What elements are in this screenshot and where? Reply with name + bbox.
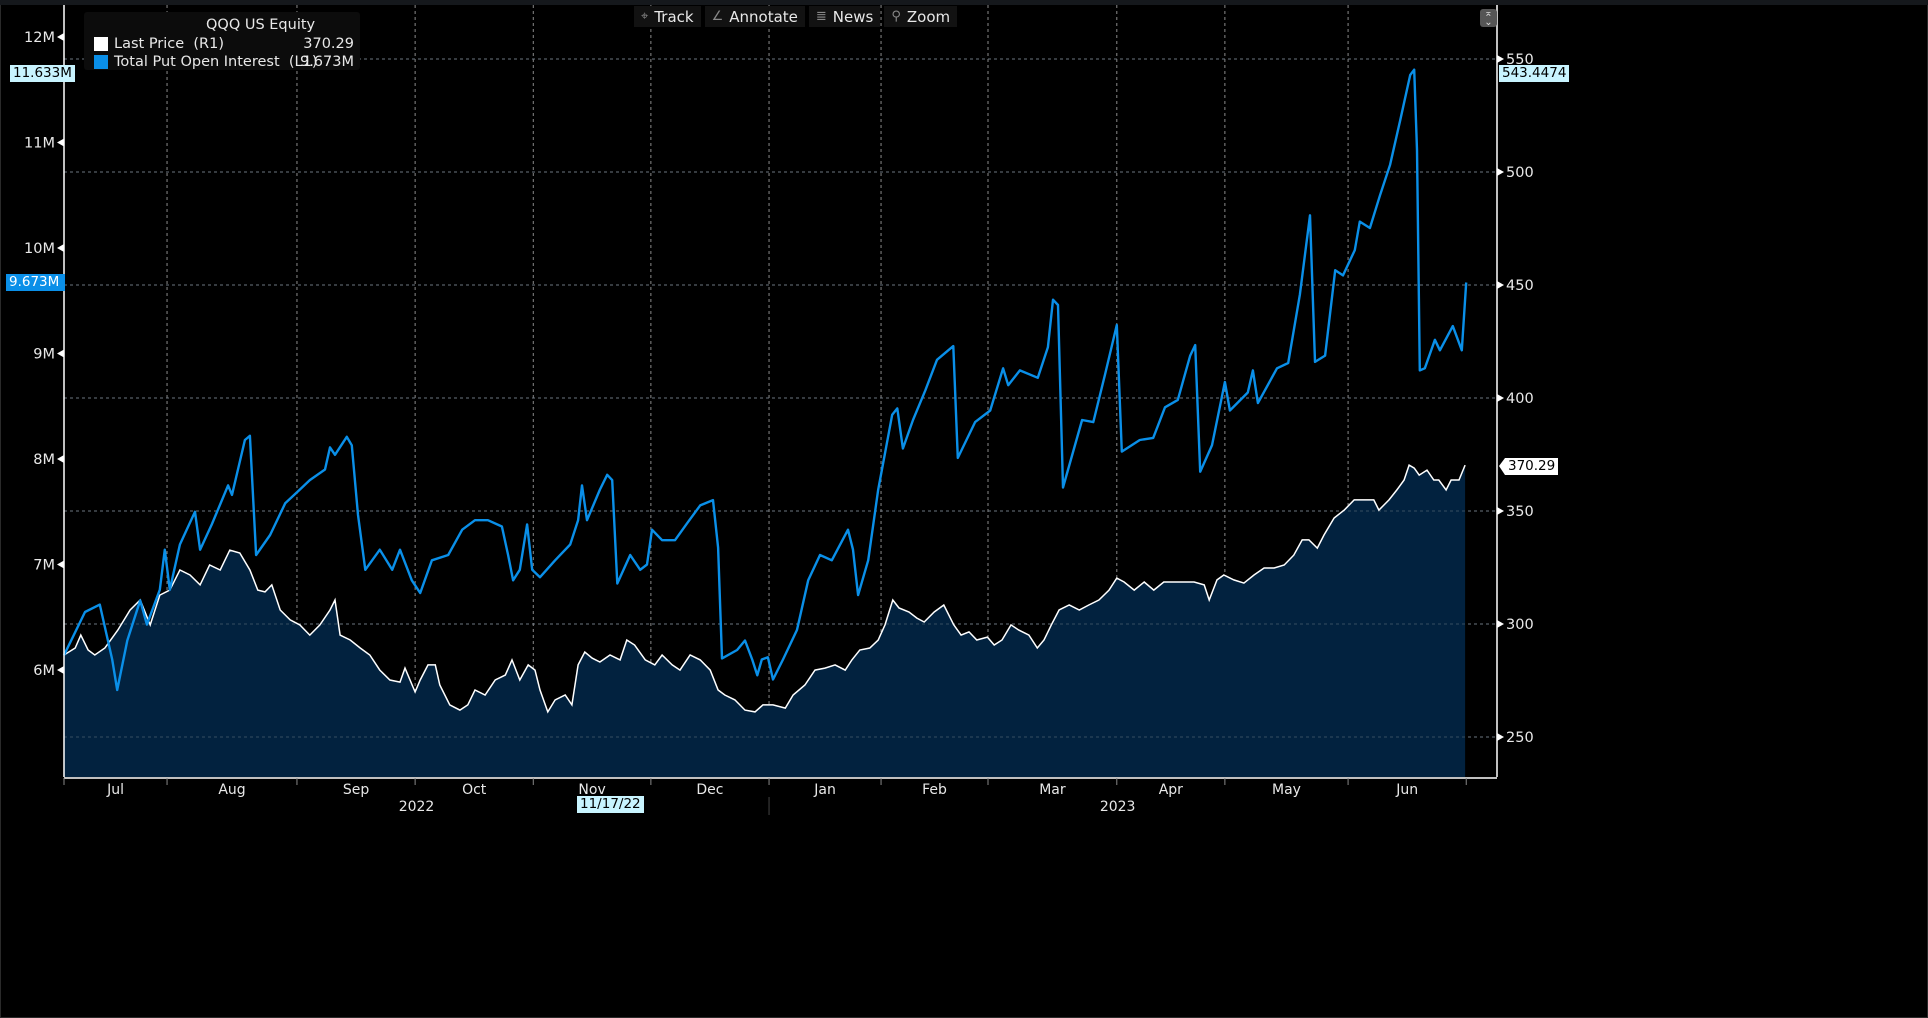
collapse-icon[interactable]: ⌅ ⌄ (1480, 9, 1497, 28)
left-tick-label: 10M (24, 241, 55, 257)
month-label: Mar (1039, 782, 1066, 798)
chart-canvas[interactable]: 6M7M8M9M10M11M12M250300350400450500550Ju… (0, 0, 1928, 1018)
right-tick-marker (1497, 168, 1504, 176)
month-label: Apr (1159, 782, 1183, 798)
chart-toolbar: ⌖ Track ∠ Annotate ≣ News ⚲ Zoom (634, 6, 958, 27)
annotate-button[interactable]: ∠ Annotate (704, 6, 805, 27)
series-layer (62, 58, 1497, 777)
month-label: Jun (1395, 782, 1418, 798)
legend-title: QQQ US Equity (206, 17, 316, 33)
right-crosshair-badge: 543.4474 (1499, 65, 1570, 82)
chart-legend[interactable]: QQQ US Equity Last Price (R1) 370.29 Tot… (84, 12, 360, 70)
left-tick-label: 11M (24, 136, 55, 152)
x-crosshair-date-badge: 11/17/22 (577, 796, 644, 813)
right-tick-label: 400 (1506, 391, 1534, 407)
right-tick-label: 300 (1506, 617, 1534, 633)
zoom-label: Zoom (906, 7, 951, 26)
right-tick-marker (1497, 507, 1504, 515)
track-label: Track (654, 7, 694, 26)
left-tick-marker (57, 138, 64, 147)
left-tick-label: 6M (33, 663, 55, 679)
right-tick-marker (1497, 55, 1504, 63)
right-tick-marker (1497, 733, 1504, 741)
right-tick-label: 450 (1506, 278, 1534, 294)
right-tick-marker (1497, 394, 1504, 402)
news-icon: ≣ (815, 9, 827, 24)
left-tick-label: 7M (33, 558, 55, 574)
magnifier-icon: ⚲ (891, 9, 901, 24)
last-price-area (64, 465, 1466, 777)
news-button[interactable]: ≣ News (808, 6, 881, 27)
month-label: Jul (106, 782, 124, 798)
left-tick-label: 8M (33, 452, 55, 468)
year-label: 2022 (399, 799, 435, 815)
left-tick-marker (57, 666, 64, 674)
right-tick-label: 350 (1506, 504, 1534, 520)
legend-label: Last Price (R1) (114, 36, 225, 52)
year-label: 2023 (1100, 799, 1136, 815)
left-tick-marker (57, 244, 64, 252)
right-tick-marker (1497, 620, 1504, 628)
right-tick-marker (1497, 281, 1504, 289)
left-tick-marker (57, 33, 64, 41)
legend-row-last-price[interactable]: Last Price (R1) 370.29 (94, 35, 354, 53)
month-label: Jan (813, 782, 836, 798)
month-label: Dec (696, 782, 723, 798)
month-label: Oct (462, 782, 487, 798)
legend-row-put-oi[interactable]: Total Put Open Interest (L1) 9.673M (94, 53, 354, 71)
news-label: News (832, 7, 874, 26)
month-label: Aug (218, 782, 245, 798)
legend-swatch (94, 37, 108, 51)
legend-value: 370.29 (303, 36, 354, 52)
left-last-value-badge: 9.673M (6, 274, 66, 291)
right-tick-label: 250 (1506, 730, 1534, 746)
month-label: Feb (922, 782, 947, 798)
zoom-button[interactable]: ⚲ Zoom (884, 6, 958, 27)
left-tick-marker (57, 455, 64, 463)
annotate-label: Annotate (729, 7, 798, 26)
right-tick-label: 500 (1506, 165, 1534, 181)
pen-icon: ∠ (711, 9, 724, 24)
track-button[interactable]: ⌖ Track (634, 6, 701, 27)
legend-swatch (94, 55, 108, 69)
month-label: May (1272, 782, 1301, 798)
legend-label: Total Put Open Interest (L1) (114, 54, 318, 70)
month-label: Sep (343, 782, 370, 798)
left-tick-label: 9M (33, 347, 55, 363)
left-tick-marker (57, 560, 64, 569)
left-tick-label: 12M (24, 30, 55, 46)
crosshair-icon: ⌖ (641, 9, 649, 24)
left-tick-marker (57, 349, 64, 358)
left-crosshair-badge: 11.633M (10, 65, 75, 82)
legend-value: 9.673M (299, 54, 354, 70)
right-last-value-badge: 370.29 (1505, 458, 1559, 475)
